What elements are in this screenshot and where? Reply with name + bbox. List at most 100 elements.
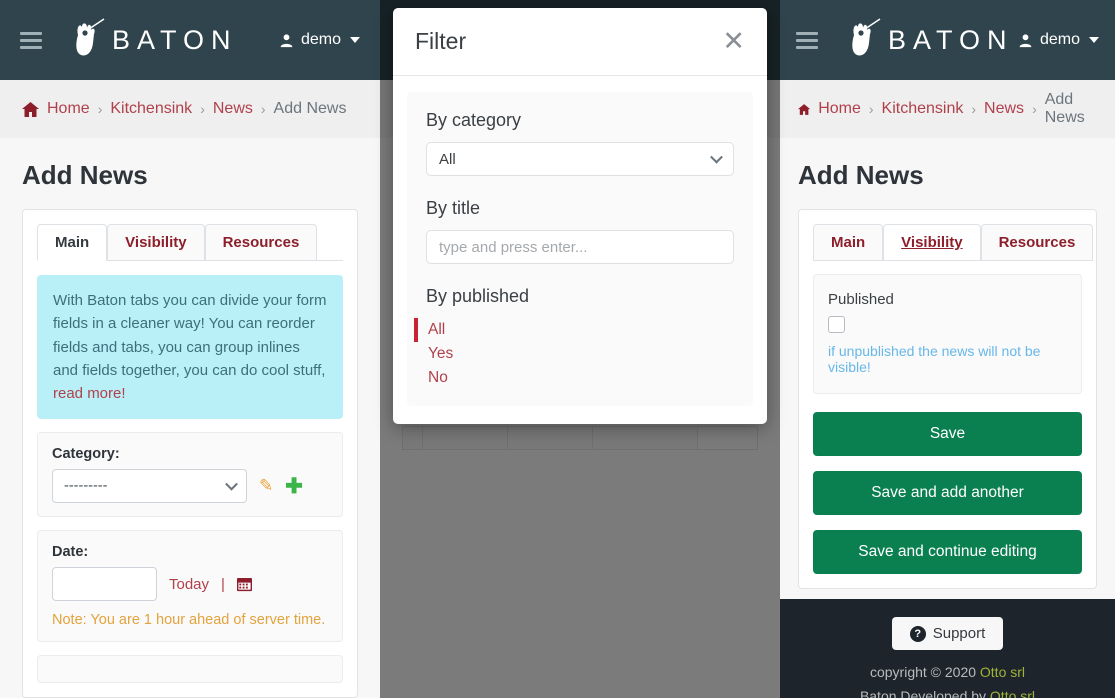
calendar-icon[interactable] <box>236 577 252 592</box>
user-icon <box>280 33 293 47</box>
date-input[interactable] <box>52 567 157 602</box>
save-button[interactable]: Save <box>813 412 1082 456</box>
chevron-down-icon <box>710 150 723 164</box>
breadcrumb-news[interactable]: News <box>984 100 1024 118</box>
left-window-panel: BATON demo Home › Kitchensink › News › A… <box>0 0 380 698</box>
published-help-text: if unpublished the news will not be visi… <box>828 343 1041 375</box>
by-category-select[interactable]: All <box>426 142 734 176</box>
brand-name: BATON <box>112 24 238 55</box>
conductor-hand-baton-icon <box>64 17 110 63</box>
home-icon[interactable] <box>22 101 39 117</box>
tab-visibility[interactable]: Visibility <box>883 224 981 261</box>
left-navbar: BATON demo <box>0 0 380 80</box>
by-published-label: By published <box>426 286 530 306</box>
category-select[interactable]: --------- <box>52 469 247 504</box>
caret-down-icon <box>350 37 360 43</box>
chevron-down-icon <box>225 478 238 491</box>
user-menu-label: demo <box>1039 31 1080 48</box>
today-link[interactable]: Today <box>169 576 209 593</box>
category-controls: --------- ✎ ✚ <box>52 469 328 504</box>
right-window-panel: BATON demo Home › Kitchensink › News › A… <box>780 0 1115 698</box>
question-circle-icon: ? <box>909 625 926 642</box>
hamburger-menu-icon[interactable] <box>796 31 818 49</box>
tabs-info-text: With Baton tabs you can divide your form… <box>53 292 327 379</box>
home-icon[interactable] <box>798 102 811 117</box>
right-form-card: Main Visibility Resources Published if u… <box>798 209 1097 589</box>
left-form-card: Main Visibility Resources With Baton tab… <box>22 209 358 698</box>
brand-logo[interactable]: BATON <box>64 17 238 63</box>
brand-name: BATON <box>888 24 1014 55</box>
breadcrumb-separator: › <box>971 101 977 117</box>
by-published-option-no[interactable]: No <box>414 366 734 390</box>
plus-icon[interactable]: ✚ <box>285 474 303 499</box>
tab-main[interactable]: Main <box>37 224 108 261</box>
breadcrumb-news[interactable]: News <box>213 100 253 118</box>
published-checkbox[interactable] <box>828 316 845 333</box>
tabs-info-alert: With Baton tabs you can divide your form… <box>37 275 343 420</box>
user-menu[interactable]: demo <box>1018 31 1099 49</box>
next-field-row-partial <box>37 655 343 684</box>
by-category-value: All <box>439 150 456 168</box>
right-tablist: Main Visibility Resources <box>813 224 1094 261</box>
by-title-input[interactable] <box>426 230 734 264</box>
developed-by-line: Baton Developed by Otto srl <box>780 688 1115 698</box>
breadcrumb-separator: › <box>260 101 266 117</box>
support-label: Support <box>932 625 986 642</box>
right-navbar: BATON demo <box>780 0 1115 80</box>
developed-by-text: Baton Developed by <box>859 688 990 698</box>
left-tablist: Main Visibility Resources <box>37 224 343 261</box>
left-page-title: Add News <box>0 138 380 209</box>
filter-modal-title: Filter <box>415 28 467 54</box>
form-actions: Save Save and add another Save and conti… <box>813 412 1082 574</box>
screen-root: BATON demo Home › Kitchensink › News › A… <box>0 0 1115 698</box>
category-select-value: --------- <box>64 478 108 495</box>
published-field-row: Published if unpublished the news will n… <box>813 274 1082 394</box>
date-label: Date: <box>52 544 89 561</box>
breadcrumb-kitchensink[interactable]: Kitchensink <box>882 100 964 118</box>
caret-down-icon <box>1089 37 1099 43</box>
breadcrumb-home[interactable]: Home <box>47 100 90 118</box>
conductor-hand-baton-icon <box>840 17 886 63</box>
copyright-text: copyright © 2020 <box>869 664 980 680</box>
filter-modal: Filter ✕ By category All By title By pub… <box>393 8 767 424</box>
breadcrumb-separator: › <box>1032 101 1037 117</box>
right-page-title: Add News <box>780 138 1115 209</box>
pencil-icon[interactable]: ✎ <box>259 476 273 496</box>
tab-visibility[interactable]: Visibility <box>107 224 205 261</box>
tab-main[interactable]: Main <box>813 224 884 261</box>
by-category-label: By category <box>426 110 522 130</box>
save-and-continue-editing-button[interactable]: Save and continue editing <box>813 530 1082 574</box>
breadcrumb-separator: › <box>97 101 103 117</box>
user-menu[interactable]: demo <box>279 31 360 49</box>
brand-logo[interactable]: BATON <box>840 17 1014 63</box>
breadcrumb-separator: › <box>200 101 205 117</box>
breadcrumb-separator: › <box>868 101 874 117</box>
server-time-note: Note: You are 1 hour ahead of server tim… <box>52 612 326 629</box>
breadcrumb-kitchensink[interactable]: Kitchensink <box>110 100 192 118</box>
user-icon <box>1019 33 1032 47</box>
breadcrumb-home[interactable]: Home <box>818 100 861 118</box>
tab-resources[interactable]: Resources <box>980 224 1094 261</box>
hamburger-menu-icon[interactable] <box>20 31 42 49</box>
user-menu-label: demo <box>300 31 341 48</box>
breadcrumb-current: Add News <box>273 100 347 117</box>
category-label: Category: <box>52 446 120 463</box>
read-more-link[interactable]: read more! <box>53 385 126 402</box>
save-and-add-another-button[interactable]: Save and add another <box>813 471 1082 515</box>
copyright-line: copyright © 2020 Otto srl <box>780 664 1115 680</box>
copyright-company-link[interactable]: Otto srl <box>980 664 1025 680</box>
breadcrumb-current: Add News <box>1044 91 1085 126</box>
by-published-options: All Yes No <box>414 318 734 390</box>
support-button[interactable]: ? Support <box>891 617 1004 650</box>
developed-by-company-link[interactable]: Otto srl <box>990 688 1035 698</box>
left-breadcrumb: Home › Kitchensink › News › Add News <box>0 80 380 138</box>
by-title-label: By title <box>426 198 481 218</box>
right-breadcrumb: Home › Kitchensink › News › Add News <box>780 80 1115 138</box>
date-separator: | <box>221 575 225 593</box>
close-icon[interactable]: ✕ <box>722 28 745 55</box>
tab-resources[interactable]: Resources <box>204 224 318 261</box>
by-published-option-all[interactable]: All <box>414 318 734 342</box>
by-published-option-yes[interactable]: Yes <box>414 342 734 366</box>
date-field-row: Date: Today | Note: You are 1 hour ahead… <box>37 530 343 643</box>
published-label: Published <box>828 291 894 308</box>
